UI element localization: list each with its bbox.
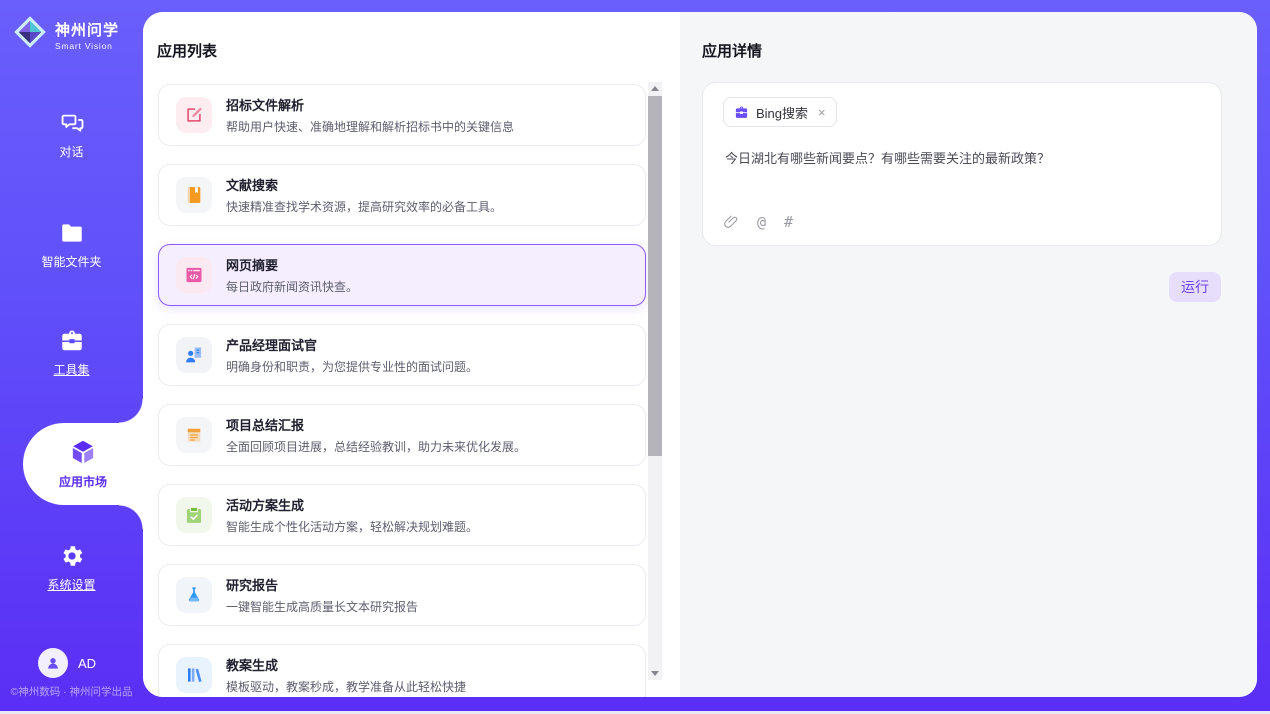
app-detail-pane: 应用详情 Bing搜索 × 今日湖北有哪些新闻要点？有哪些需要关注的最新政策？ … (680, 12, 1257, 697)
brand-subtitle: Smart Vision (55, 41, 119, 51)
user-name: AD (78, 656, 96, 671)
brand-logo: 神州问学 Smart Vision (12, 14, 119, 55)
app-list-pane: 应用列表 招标文件解析 帮助用户快速、准确地理解和解析招标书中的关键信息 (143, 12, 680, 697)
paperclip-icon[interactable] (723, 214, 739, 230)
app-item-name: 产品经理面试官 (226, 335, 478, 354)
app-item-tile (176, 417, 212, 453)
folder-icon (59, 220, 85, 246)
app-item-desc: 每日政府新闻资讯快查。 (226, 278, 358, 295)
app-item-desc: 帮助用户快速、准确地理解和解析招标书中的关键信息 (226, 118, 514, 135)
gear-icon (59, 543, 85, 569)
tool-tag-label: Bing搜索 (756, 103, 808, 122)
app-item-desc: 明确身份和职责，为您提供专业性的面试问题。 (226, 358, 478, 375)
chat-icon (59, 110, 85, 136)
hash-icon[interactable]: # (784, 213, 793, 231)
sidebar-item-label: 应用市场 (59, 473, 107, 490)
app-item-desc: 快速精准查找学术资源，提高研究效率的必备工具。 (226, 198, 502, 215)
app-item-name: 教案生成 (226, 655, 466, 674)
app-item-tile (176, 657, 212, 693)
summary-icon (184, 425, 204, 445)
sidebar-item-smart-folder[interactable]: 智能文件夹 (0, 220, 143, 270)
sidebar-item-toolset[interactable]: 工具集 (0, 328, 143, 378)
at-icon[interactable]: @ (757, 213, 766, 231)
query-card: Bing搜索 × 今日湖北有哪些新闻要点？有哪些需要关注的最新政策？ @ # (702, 82, 1222, 246)
app-list-item[interactable]: 产品经理面试官 明确身份和职责，为您提供专业性的面试问题。 (158, 324, 646, 386)
web-icon (184, 265, 204, 285)
app-list-item[interactable]: 网页摘要 每日政府新闻资讯快查。 (158, 244, 646, 306)
user-avatar-row[interactable]: AD (38, 648, 96, 678)
app-list-item[interactable]: 文献搜索 快速精准查找学术资源，提高研究效率的必备工具。 (158, 164, 646, 226)
app-item-name: 研究报告 (226, 575, 418, 594)
card-toolbar: @ # (723, 213, 793, 231)
app-item-name: 文献搜索 (226, 175, 502, 194)
user-icon (38, 648, 68, 678)
app-item-desc: 模板驱动，教案秒成，教学准备从此轻松快捷 (226, 678, 466, 695)
plan-icon (184, 505, 204, 525)
app-list-item[interactable]: 活动方案生成 智能生成个性化活动方案，轻松解决规划难题。 (158, 484, 646, 546)
app-list: 招标文件解析 帮助用户快速、准确地理解和解析招标书中的关键信息 文献搜索 快速精… (158, 84, 646, 697)
close-icon[interactable]: × (818, 105, 826, 120)
sidebar-item-chat[interactable]: 对话 (0, 110, 143, 160)
app-item-name: 项目总结汇报 (226, 415, 526, 434)
lesson-icon (184, 665, 204, 685)
app-item-tile (176, 577, 212, 613)
sidebar-item-app-market[interactable]: 应用市场 (23, 423, 143, 505)
sidebar: 神州问学 Smart Vision 对话 智能文件夹 工具集 应用市场 系统设置… (0, 0, 143, 714)
cube-icon (69, 438, 97, 466)
app-item-tile (176, 257, 212, 293)
app-list-title: 应用列表 (157, 40, 217, 61)
app-item-name: 活动方案生成 (226, 495, 478, 514)
app-item-desc: 智能生成个性化活动方案，轻松解决规划难题。 (226, 518, 478, 535)
scrollbar[interactable] (648, 82, 662, 680)
app-list-item[interactable]: 教案生成 模板驱动，教案秒成，教学准备从此轻松快捷 (158, 644, 646, 697)
app-item-tile (176, 337, 212, 373)
app-item-name: 招标文件解析 (226, 95, 514, 114)
sidebar-item-settings[interactable]: 系统设置 (0, 543, 143, 593)
run-button[interactable]: 运行 (1169, 272, 1221, 302)
edit-icon (184, 105, 204, 125)
app-item-tile (176, 97, 212, 133)
scroll-down-arrow-icon[interactable] (651, 671, 659, 676)
app-list-item[interactable]: 项目总结汇报 全面回顾项目进展，总结经验教训，助力未来优化发展。 (158, 404, 646, 466)
scrollbar-thumb[interactable] (648, 96, 662, 456)
app-detail-title: 应用详情 (702, 40, 762, 61)
sidebar-item-label: 系统设置 (47, 576, 95, 593)
app-item-desc: 一键智能生成高质量长文本研究报告 (226, 598, 418, 615)
app-list-item[interactable]: 研究报告 一键智能生成高质量长文本研究报告 (158, 564, 646, 626)
app-list-item[interactable]: 招标文件解析 帮助用户快速、准确地理解和解析招标书中的关键信息 (158, 84, 646, 146)
content-shell: 应用列表 招标文件解析 帮助用户快速、准确地理解和解析招标书中的关键信息 (143, 12, 1257, 697)
app-item-desc: 全面回顾项目进展，总结经验教训，助力未来优化发展。 (226, 438, 526, 455)
app-item-tile (176, 177, 212, 213)
briefcase-icon (734, 105, 749, 120)
book-icon (184, 185, 204, 205)
sidebar-item-label: 对话 (59, 143, 83, 160)
query-input[interactable]: 今日湖北有哪些新闻要点？有哪些需要关注的最新政策？ (725, 149, 1203, 169)
interview-icon (184, 345, 204, 365)
sidebar-footer: ©神州数码 · 神州问学出品 (0, 684, 143, 699)
brand-logo-icon (12, 14, 48, 55)
tool-tag[interactable]: Bing搜索 × (723, 97, 837, 127)
research-icon (184, 585, 204, 605)
bubble-curve-top (119, 399, 143, 423)
scroll-up-arrow-icon[interactable] (651, 86, 659, 91)
app-item-tile (176, 497, 212, 533)
bubble-curve-bottom (119, 505, 143, 529)
app-item-name: 网页摘要 (226, 255, 358, 274)
sidebar-item-label: 智能文件夹 (41, 253, 101, 270)
sidebar-item-label: 工具集 (53, 361, 89, 378)
toolbox-icon (59, 328, 85, 354)
brand-name: 神州问学 (55, 19, 119, 40)
